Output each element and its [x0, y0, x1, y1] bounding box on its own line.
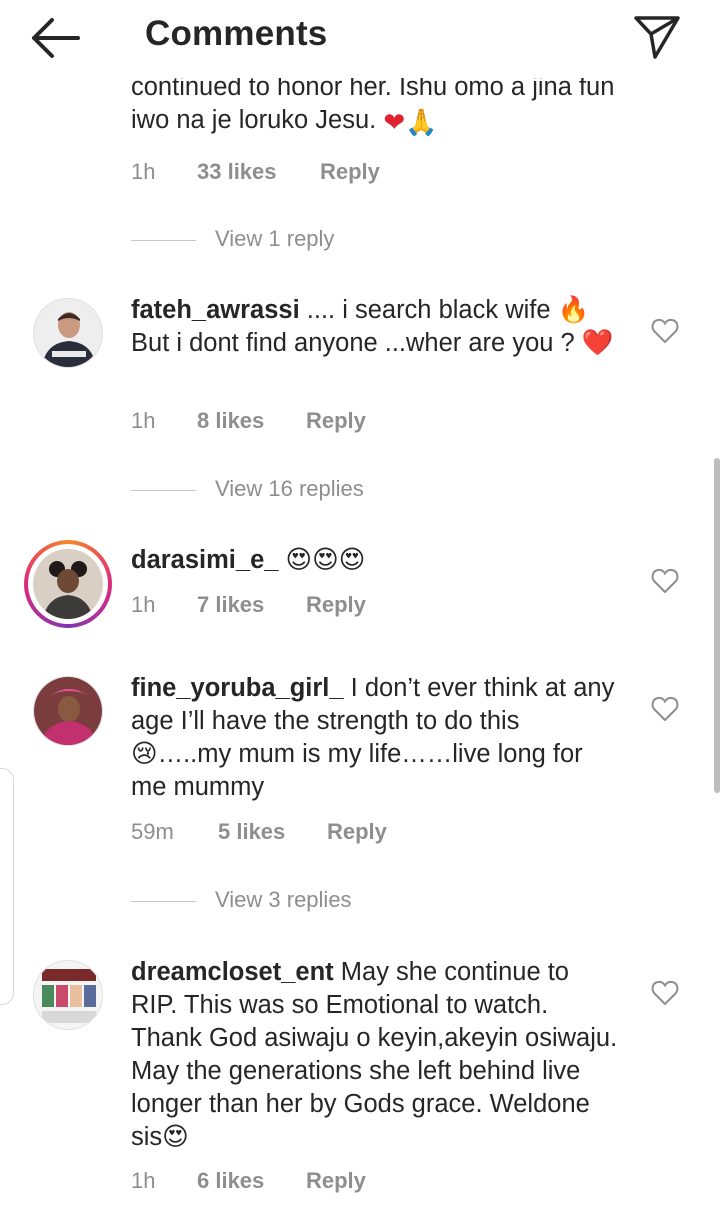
avatar-image [34, 677, 102, 745]
likes-count[interactable]: 6 likes [197, 1168, 264, 1194]
heart-outline-icon[interactable] [651, 318, 679, 344]
view-replies-button[interactable]: View 16 replies [131, 476, 391, 506]
share-button[interactable] [632, 14, 682, 60]
arrow-left-icon [32, 18, 80, 58]
comment-meta: 59m 5 likes Reply [131, 819, 531, 849]
view-replies-button[interactable]: View 1 reply [131, 226, 391, 256]
divider-line [131, 901, 196, 902]
comment-text: continued to honor her. Ishu omo a jina … [131, 78, 615, 137]
likes-count[interactable]: 5 likes [218, 819, 285, 845]
dreamcloset-logo [34, 961, 102, 1029]
likes-count[interactable]: 8 likes [197, 408, 264, 434]
avatar-story-ring[interactable] [24, 540, 112, 628]
reply-button[interactable]: Reply [327, 819, 387, 845]
reply-button[interactable]: Reply [306, 592, 366, 618]
reply-button[interactable]: Reply [320, 159, 380, 185]
comment-meta: 1h 8 likes Reply [131, 408, 531, 438]
avatar[interactable] [33, 298, 103, 368]
comment-list[interactable]: continued to honor her. Ishu omo a jina … [0, 78, 720, 1209]
edge-panel-handle[interactable] [0, 768, 14, 1005]
praying-hands-emoji: 🙏 [405, 107, 438, 137]
likes-count[interactable]: 7 likes [197, 592, 264, 618]
comment-text: fine_yoruba_girl_ I don’t ever think at … [131, 674, 615, 801]
comment-time: 1h [131, 408, 156, 433]
top-bar: Comments [0, 0, 720, 78]
page-title: Comments [145, 14, 328, 53]
paper-plane-icon [634, 16, 680, 59]
comment-meta: 1h 33 likes Reply [131, 159, 531, 189]
heart-outline-icon[interactable] [651, 568, 679, 594]
divider-line [131, 490, 196, 491]
avatar-image [33, 549, 103, 619]
comment-text: fateh_awrassi .... i search black wife 🔥… [131, 296, 614, 357]
comment-time: 1h [131, 159, 156, 184]
comment-username[interactable]: darasimi_e_ [131, 546, 278, 574]
reply-button[interactable]: Reply [306, 1168, 366, 1194]
comment-time: 1h [131, 1168, 156, 1193]
reply-button[interactable]: Reply [306, 408, 366, 434]
comment-time: 1h [131, 592, 156, 617]
comment-time: 59m [131, 819, 174, 844]
comment-meta: 1h 7 likes Reply [131, 592, 531, 622]
view-replies-button[interactable]: View 3 replies [131, 887, 391, 917]
likes-count[interactable]: 33 likes [197, 159, 277, 185]
heart-outline-icon[interactable] [651, 696, 679, 722]
avatar-image [34, 299, 102, 367]
avatar [33, 549, 103, 619]
comment-username[interactable]: dreamcloset_ent [131, 958, 334, 986]
comment-text: dreamcloset_ent May she continue to RIP.… [131, 958, 618, 1151]
scrollbar[interactable] [714, 458, 720, 793]
avatar[interactable] [33, 960, 103, 1030]
avatar[interactable] [33, 676, 103, 746]
comment-text: darasimi_e_ 😍😍😍 [131, 546, 366, 574]
divider-line [131, 240, 196, 241]
comment-username[interactable]: fine_yoruba_girl_ [131, 674, 344, 702]
comment-meta: 1h 6 likes Reply [131, 1168, 531, 1198]
back-button[interactable] [30, 16, 82, 60]
red-heart-emoji: ❤ [383, 107, 406, 137]
heart-outline-icon[interactable] [651, 980, 679, 1006]
comment-username[interactable]: fateh_awrassi [131, 296, 300, 324]
